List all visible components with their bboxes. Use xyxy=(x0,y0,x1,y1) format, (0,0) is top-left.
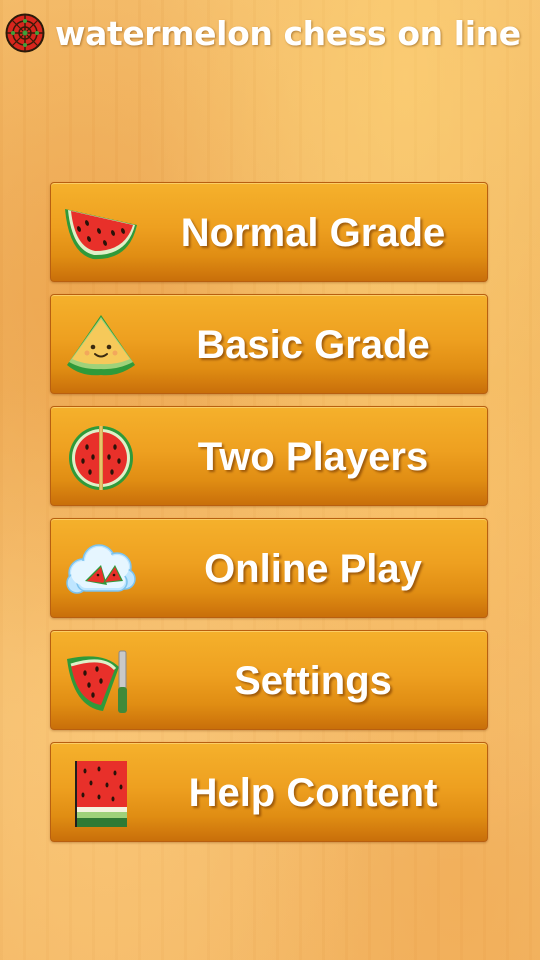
smiling-melon-slice-icon xyxy=(67,315,135,376)
app-title: watermelon chess on line xyxy=(55,14,521,53)
online-play-label: Online Play xyxy=(204,547,422,591)
halved-watermelon-icon xyxy=(69,426,133,490)
watermelon-slice-icon xyxy=(65,209,137,260)
cloud-watermelon-icon xyxy=(66,544,136,594)
main-menu: Normal Grade Basic Grade Two Players Onl… xyxy=(50,182,490,854)
title-bar: watermelon chess on line xyxy=(0,0,540,72)
settings-label: Settings xyxy=(234,659,392,703)
crosshair-target-icon xyxy=(5,13,45,53)
watermelon-knife-icon xyxy=(67,650,127,713)
online-play-button[interactable]: Online Play xyxy=(50,518,488,618)
two-players-button[interactable]: Two Players xyxy=(50,406,488,506)
help-content-label: Help Content xyxy=(188,771,438,815)
basic-grade-label: Basic Grade xyxy=(196,323,430,367)
two-players-label: Two Players xyxy=(197,435,429,479)
normal-grade-button[interactable]: Normal Grade xyxy=(50,182,488,282)
watermelon-book-icon xyxy=(75,761,127,827)
normal-grade-label: Normal Grade xyxy=(180,211,446,255)
basic-grade-button[interactable]: Basic Grade xyxy=(50,294,488,394)
help-content-button[interactable]: Help Content xyxy=(50,742,488,842)
settings-button[interactable]: Settings xyxy=(50,630,488,730)
